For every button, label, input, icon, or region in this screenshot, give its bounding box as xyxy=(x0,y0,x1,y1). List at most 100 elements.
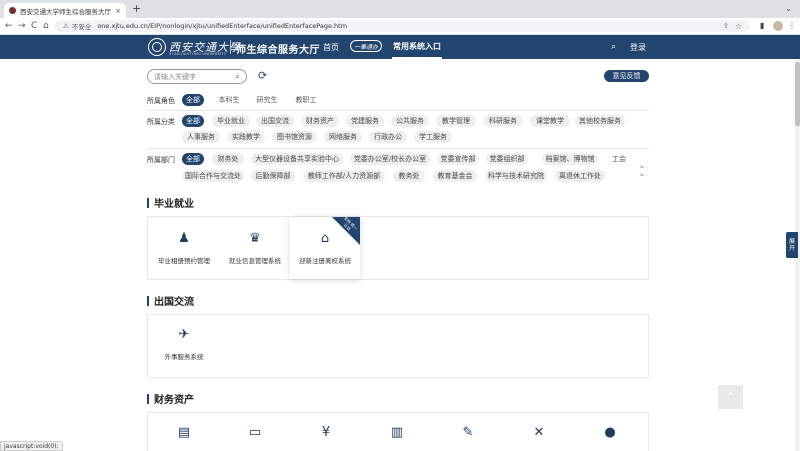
category-chip[interactable]: 网络服务 xyxy=(324,131,362,143)
category-chip[interactable]: 科研服务 xyxy=(483,115,523,127)
department-chip[interactable]: 档案馆、博物馆 xyxy=(542,153,598,165)
share-icon[interactable]: ⇪ xyxy=(723,22,729,30)
category-chip[interactable]: 图书馆资源 xyxy=(272,131,317,143)
service-card[interactable]: ✕ xyxy=(504,425,574,449)
nav-common-systems-link[interactable]: 常用系统入口 xyxy=(392,35,442,59)
browser-toolbar: ← → C ⌂ ⚠ 不安全 one.xjtu.edu.cn/EIP/nonlog… xyxy=(0,18,800,35)
service-card[interactable]: ▥ xyxy=(362,425,432,449)
filter-divider xyxy=(147,148,649,149)
security-label: 不安全 xyxy=(71,23,92,31)
department-chip[interactable]: 教育基金会 xyxy=(433,170,477,182)
department-chip[interactable]: 党委办公室/校长办公室 xyxy=(350,153,430,165)
department-chip[interactable]: 大型仪器设备共享实验中心 xyxy=(251,153,343,165)
printer-icon: ▭ xyxy=(248,425,262,440)
service-card[interactable]: ✎ xyxy=(433,425,503,449)
section-heading: 毕业就业 xyxy=(147,195,194,210)
category-chip[interactable]: 教学管理 xyxy=(436,115,476,127)
department-chip[interactable]: 后勤保障部 xyxy=(251,170,295,182)
header-search-icon[interactable]: ⌕ xyxy=(611,42,616,52)
role-chip-undergrad[interactable]: 本科生 xyxy=(215,94,243,106)
nav-one-stop-link[interactable]: 一事通办 xyxy=(350,40,382,52)
browser-tab[interactable]: 西安交通大学师生综合服务大厅 × xyxy=(4,3,126,18)
pen-icon: ✎ xyxy=(462,425,474,440)
category-chip[interactable]: 实践教学 xyxy=(227,131,265,143)
ledger-icon: ▤ xyxy=(177,425,191,440)
department-chip[interactable]: 国际合作与交流处 xyxy=(182,170,244,182)
role-chip-graduate[interactable]: 研究生 xyxy=(253,94,281,106)
department-chip[interactable]: 全部 xyxy=(182,153,204,165)
service-card[interactable]: ♛ 就业信息管理系统 xyxy=(220,217,290,279)
role-chip-staff[interactable]: 教职工 xyxy=(292,94,320,106)
category-chip[interactable]: 财务资产 xyxy=(301,115,339,127)
side-expand-tab[interactable]: 展 开 xyxy=(786,232,798,258)
category-chip[interactable]: 毕业就业 xyxy=(212,115,250,127)
department-chip[interactable]: 离退休工作处 xyxy=(555,170,605,182)
university-seal-icon[interactable] xyxy=(148,38,166,56)
service-card[interactable]: ● xyxy=(575,425,645,449)
department-chip[interactable]: 教师工作部/人力资源部 xyxy=(303,170,385,182)
category-chip[interactable]: 公共服务 xyxy=(391,115,429,127)
nav-home-link[interactable]: 首页 xyxy=(323,42,339,53)
section-heading: 出国交流 xyxy=(147,293,194,308)
category-chip[interactable]: 课堂教学 xyxy=(530,115,570,127)
header-divider xyxy=(230,40,231,54)
search-icon[interactable]: ⌕ xyxy=(236,72,240,82)
category-chip[interactable]: 其他校务服务 xyxy=(575,115,625,127)
window-menu-icon[interactable]: ⌄ xyxy=(785,4,792,13)
department-chip[interactable]: 工会 xyxy=(607,153,631,165)
new-tab-button[interactable]: + xyxy=(132,3,141,15)
forward-button[interactable]: → xyxy=(18,20,26,32)
arrow-up-icon: ⌃ xyxy=(725,390,736,404)
tools-icon: ✕ xyxy=(533,425,545,440)
filter-divider xyxy=(147,110,649,111)
favicon-icon xyxy=(9,7,16,14)
category-chip[interactable]: 党建服务 xyxy=(346,115,384,127)
service-card[interactable]: 支持 统一认证 ⌂ 迎新注册离校系统 xyxy=(290,215,360,279)
yuan-icon: ● xyxy=(604,425,616,440)
url-text[interactable]: one.xjtu.edu.cn/EIP/nonlogin/xjtu/unifie… xyxy=(97,22,723,30)
keyword-search[interactable]: ⌕ xyxy=(147,69,247,84)
graduate-cap-icon: ♛ xyxy=(249,231,261,246)
tab-close-icon[interactable]: × xyxy=(115,7,121,15)
category-chip[interactable]: 出国交流 xyxy=(256,115,294,127)
service-card[interactable]: ▭ xyxy=(220,425,290,449)
warning-icon: ⚠ xyxy=(63,22,69,30)
browser-tab-title: 西安交通大学师生综合服务大厅 xyxy=(20,7,111,16)
home-button[interactable]: ⌂ xyxy=(43,20,49,32)
airplane-icon: ✈ xyxy=(178,327,190,342)
department-chip[interactable]: 科学与技术研究院 xyxy=(485,170,547,182)
role-chip-all[interactable]: 全部 xyxy=(182,94,204,106)
feedback-button[interactable]: 意见反馈 xyxy=(604,70,649,82)
browser-tabbar: 西安交通大学师生综合服务大厅 × + ⌄ xyxy=(0,0,800,18)
service-panel: ▤ ▭ ¥ ▥ ✎ ✕ ● xyxy=(147,412,649,451)
expand-departments-icon[interactable]: ⌄ ⌄ xyxy=(638,162,646,179)
bookmark-star-icon[interactable]: ☆ xyxy=(735,22,742,31)
service-card[interactable]: ♟ 毕业相册预约管理 xyxy=(149,217,219,279)
service-card[interactable]: ✈ 外事服务系统 xyxy=(149,315,219,377)
profile-avatar[interactable] xyxy=(773,21,783,31)
address-bar[interactable]: ⚠ 不安全 one.xjtu.edu.cn/EIP/nonlogin/xjtu/… xyxy=(55,20,750,32)
browser-status-text: javascript:void(0); xyxy=(0,441,63,451)
refresh-icon[interactable]: ⟳ xyxy=(258,70,267,82)
scrollbar-thumb[interactable] xyxy=(795,62,800,126)
category-chip[interactable]: 全部 xyxy=(182,115,204,127)
service-card[interactable]: ¥ xyxy=(291,425,361,449)
service-card[interactable]: ▤ xyxy=(149,425,219,449)
department-chip[interactable]: 财务处 xyxy=(212,153,244,165)
money-bag-icon: ¥ xyxy=(321,425,331,440)
browser-menu-icon[interactable]: ⋮ xyxy=(788,21,796,30)
back-to-top-button[interactable]: ⌃ xyxy=(718,385,743,409)
graduate-icon: ♟ xyxy=(178,231,190,246)
back-button[interactable]: ← xyxy=(5,20,13,32)
category-chip[interactable]: 人事服务 xyxy=(182,131,220,143)
department-chip[interactable]: 党委宣传部 xyxy=(437,153,479,165)
search-input[interactable] xyxy=(154,72,230,81)
service-panel: ♟ 毕业相册预约管理 ♛ 就业信息管理系统 支持 统一认证 ⌂ 迎新注册离校系统 xyxy=(147,215,649,280)
category-chip[interactable]: 学工服务 xyxy=(414,131,452,143)
department-chip[interactable]: 教务处 xyxy=(393,170,425,182)
department-chip[interactable]: 党委组织部 xyxy=(486,153,528,165)
reload-button[interactable]: C xyxy=(31,20,37,32)
sidepanel-icon[interactable]: ▮ xyxy=(760,21,764,30)
category-chip[interactable]: 行政办公 xyxy=(369,131,407,143)
login-link[interactable]: 登录 xyxy=(630,42,646,53)
